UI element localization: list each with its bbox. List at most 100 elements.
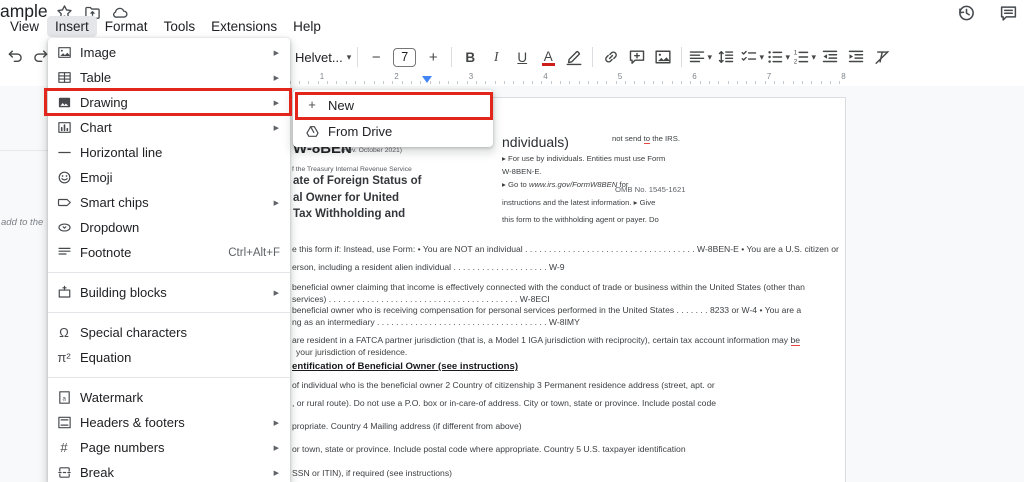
doc-text-fragment: instructions and the latest information.… [502, 198, 656, 208]
watermark-icon: a [56, 390, 72, 406]
menu-item-label: Table [80, 70, 112, 85]
footnote-icon [56, 245, 72, 261]
indent-marker[interactable] [422, 76, 432, 83]
doc-text: ▸ For use by individuals. Entities must … [502, 154, 666, 163]
svg-text:a: a [62, 396, 66, 403]
doc-text-fragment: your jurisdiction of residence. [296, 347, 407, 358]
submenu-arrow-icon: ▶ [273, 49, 279, 57]
submenu-arrow-icon: ▶ [273, 74, 279, 82]
doc-text: erson, including a resident alien indivi… [292, 262, 565, 272]
break-icon [56, 465, 72, 481]
version-history-icon[interactable] [956, 3, 976, 23]
menu-item-label: Emoji [80, 170, 113, 185]
menu-item-label: Building blocks [80, 285, 167, 300]
menu-divider [48, 377, 290, 378]
submenu-arrow-icon: ▶ [273, 469, 279, 477]
doc-text: beneficial owner who is receiving compen… [292, 305, 802, 315]
doc-text: propriate. Country 4 Mailing address (if… [292, 421, 522, 431]
doc-text: Tax Withholding and [293, 208, 406, 220]
submenu-arrow-icon: ▶ [273, 289, 279, 297]
menubar-item-tools[interactable]: Tools [156, 16, 204, 37]
doc-text-fragment: SSN or ITIN), if required (see instructi… [292, 468, 452, 479]
insert-menu-item-dropdown[interactable]: Dropdown [48, 215, 290, 240]
doc-text: this form to the withholding agent or pa… [502, 215, 659, 224]
increase-indent-button[interactable] [844, 45, 868, 69]
doc-text-fragment: , or rural route). Do not use a P.O. box… [292, 398, 716, 409]
insert-menu-item-drawing[interactable]: Drawing ▶ [48, 90, 290, 115]
doc-text: W-8BEN-E. [502, 167, 542, 176]
menu-item-label: From Drive [328, 123, 393, 139]
menubar-item-extensions[interactable]: Extensions [203, 16, 285, 37]
insert-menu-item-headers-footers[interactable]: Headers & footers ▶ [48, 410, 290, 435]
insert-menu-item-smart-chips[interactable]: Smart chips ▶ [48, 190, 290, 215]
insert-menu-item-watermark[interactable]: a Watermark [48, 385, 290, 410]
submenu-arrow-icon: ▶ [273, 419, 279, 427]
doc-text-fragment: of individual who is the beneficial owne… [292, 380, 715, 391]
menu-item-label: Footnote [80, 245, 132, 260]
doc-text-fragment: services) . . . . . . . . . . . . . . . … [292, 294, 550, 305]
table-icon [56, 70, 72, 86]
menubar-item-view[interactable]: View [2, 16, 47, 37]
doc-text-fragment: ate of Foreign Status of [293, 175, 421, 188]
menu-item-label: New [328, 97, 355, 113]
doc-text-fragment: OMB No. 1545-1621 [615, 185, 686, 195]
menu-item-label: Image [80, 45, 117, 60]
menubar: View Insert Format Tools Extensions Help [2, 16, 329, 37]
doc-text: add to the [1, 217, 44, 228]
drawing-icon [56, 95, 72, 111]
doc-text-fragment: (Rev. October 2021) [341, 147, 402, 155]
menubar-item-insert[interactable]: Insert [47, 16, 97, 37]
insert-menu-item-horizontal-line[interactable]: Horizontal line [48, 140, 290, 165]
menu-item-label: Watermark [80, 390, 144, 405]
google-docs-window: ample View Insert Format Tools Extensions Hel… [0, 0, 1024, 482]
menu-item-label: Equation [80, 350, 132, 365]
menu-item-shortcut: Ctrl+Alt+F [228, 246, 280, 259]
submenu-arrow-icon: ▶ [273, 199, 279, 207]
menubar-item-format[interactable]: Format [97, 16, 156, 37]
doc-text-fragment: not send to the IRS. [612, 134, 680, 144]
menu-item-label: Smart chips [80, 195, 149, 210]
page-numbers-icon: # [60, 439, 68, 455]
insert-menu-item-footnote[interactable]: Footnote Ctrl+Alt+F [48, 240, 290, 265]
doc-text: not send [612, 134, 644, 143]
menubar-item-help[interactable]: Help [285, 16, 329, 37]
special-characters-icon: Ω [59, 324, 69, 340]
doc-text: e this form if: Instead, use Form: • You… [292, 244, 839, 254]
doc-text-fragment: add to the [1, 217, 44, 229]
doc-text-fragment: ndividuals) [502, 134, 569, 150]
doc-text-fragment: this form to the withholding agent or pa… [502, 215, 659, 225]
submenu-arrow-icon: ▶ [273, 99, 279, 107]
doc-text-fragment: W-8BEN-E. [502, 167, 542, 177]
insert-menu-item-image[interactable]: Image ▶ [48, 40, 290, 65]
insert-menu-item-special-characters[interactable]: Ω Special characters [48, 320, 290, 345]
drawing-submenu-item-from-drive[interactable]: From Drive [293, 118, 493, 144]
doc-text: instructions and the latest information.… [502, 198, 656, 207]
menu-divider [48, 312, 290, 313]
doc-text: or town, state or province. Include post… [292, 444, 686, 454]
insert-menu-item-emoji[interactable]: Emoji [48, 165, 290, 190]
doc-text: OMB No. 1545-1621 [615, 185, 686, 194]
headers-footers-icon [56, 415, 72, 431]
comments-icon[interactable] [999, 4, 1018, 23]
insert-menu-item-table[interactable]: Table ▶ [48, 65, 290, 90]
insert-menu-item-equation[interactable]: π² Equation [48, 345, 290, 370]
clear-formatting-button[interactable] [870, 45, 894, 69]
doc-text: of individual who is the beneficial owne… [292, 380, 715, 390]
equation-icon: π² [57, 349, 71, 365]
doc-text: ▸ Go to [502, 180, 529, 189]
drawing-submenu-item-new[interactable]: + New [293, 92, 493, 118]
image-icon [56, 45, 72, 61]
insert-menu: Image ▶ Table ▶ Drawing ▶ Chart ▶ Horizontal lin… [48, 38, 290, 482]
doc-text: al Owner for United [293, 192, 400, 204]
menu-item-label: Page numbers [80, 440, 165, 455]
doc-text-fragment: ▸ Go to www.irs.gov/FormW8BEN for [502, 180, 628, 190]
insert-menu-item-break[interactable]: Break ▶ [48, 460, 290, 482]
insert-menu-item-chart[interactable]: Chart ▶ [48, 115, 290, 140]
drive-icon [304, 123, 320, 139]
doc-text-fragment: propriate. Country 4 Mailing address (if… [292, 421, 522, 432]
doc-text-fragment: al Owner for United [293, 192, 399, 205]
insert-menu-item-building-blocks[interactable]: Building blocks ▶ [48, 280, 290, 305]
emoji-icon [56, 170, 72, 186]
insert-menu-item-page-numbers[interactable]: # Page numbers ▶ [48, 435, 290, 460]
plus-icon: + [308, 97, 316, 112]
